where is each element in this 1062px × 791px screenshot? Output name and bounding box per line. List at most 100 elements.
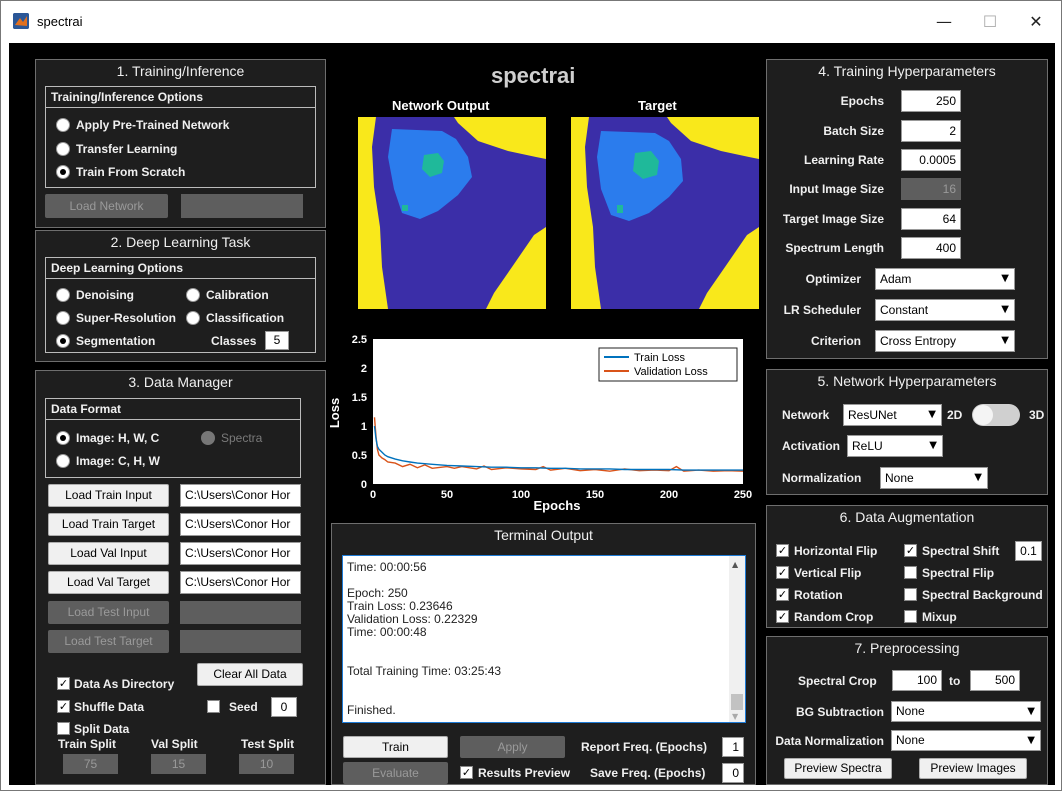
- lr-scheduler-dropdown[interactable]: Constant ▼: [875, 299, 1015, 321]
- format-chw-radio[interactable]: [56, 454, 70, 468]
- learning-rate-input[interactable]: 0.0005: [901, 149, 961, 171]
- load-train-target-button[interactable]: Load Train Target: [48, 513, 169, 536]
- save-freq-input[interactable]: 0: [722, 763, 744, 783]
- classification-radio[interactable]: [186, 311, 200, 325]
- network-dropdown[interactable]: ResUNet ▼: [843, 404, 942, 426]
- seed-input[interactable]: 0: [271, 697, 297, 717]
- data-normalization-label: Data Normalization: [775, 734, 884, 748]
- rotation-checkbox[interactable]: ✓: [776, 588, 789, 601]
- load-train-input-button[interactable]: Load Train Input: [48, 484, 169, 507]
- data-normalization-dropdown[interactable]: None ▼: [891, 730, 1041, 751]
- epochs-input[interactable]: 250: [901, 90, 961, 112]
- super-resolution-label: Super-Resolution: [76, 311, 177, 325]
- preview-images-button[interactable]: Preview Images: [919, 758, 1027, 779]
- batch-size-input[interactable]: 2: [901, 120, 961, 142]
- load-test-target-button[interactable]: Load Test Target: [48, 630, 169, 653]
- train-input-path-field[interactable]: C:\Users\Conor Hor: [180, 484, 301, 507]
- train-target-path-field[interactable]: C:\Users\Conor Hor: [180, 513, 301, 536]
- format-hwc-label: Image: H, W, C: [76, 431, 160, 445]
- vertical-flip-label: Vertical Flip: [794, 566, 862, 580]
- x-tick-label: 100: [512, 489, 530, 501]
- test-split-input[interactable]: 10: [239, 754, 294, 774]
- test-target-path-field[interactable]: [180, 630, 301, 653]
- app-client-area: 1. Training/Inference Training/Inference…: [9, 43, 1055, 785]
- test-input-path-field[interactable]: [180, 601, 301, 624]
- denoising-radio[interactable]: [56, 288, 70, 302]
- vertical-flip-checkbox[interactable]: ✓: [776, 566, 789, 579]
- crop-end-input[interactable]: 500: [970, 670, 1020, 691]
- super-resolution-radio[interactable]: [56, 311, 70, 325]
- x-tick-label: 200: [660, 489, 678, 501]
- network-path-field[interactable]: [181, 194, 303, 218]
- format-spectra-radio[interactable]: [201, 431, 215, 445]
- bg-subtraction-dropdown[interactable]: None ▼: [891, 701, 1041, 722]
- load-test-input-button[interactable]: Load Test Input: [48, 601, 169, 624]
- scroll-thumb[interactable]: [731, 694, 743, 710]
- rotation-label: Rotation: [794, 588, 843, 602]
- target-image-size-input[interactable]: 64: [901, 208, 961, 230]
- network-value: ResUNet: [848, 408, 897, 422]
- app-window: spectrai — ☐ ✕ 1. Training/Inference Tra…: [0, 0, 1062, 791]
- target-title: Target: [638, 98, 677, 113]
- classes-input[interactable]: 5: [265, 331, 289, 350]
- apply-pretrained-label: Apply Pre-Trained Network: [76, 118, 230, 132]
- input-image-size-input[interactable]: 16: [901, 178, 961, 200]
- minimize-button[interactable]: —: [922, 9, 966, 35]
- x-axis-label: Epochs: [534, 498, 581, 513]
- group-title: Data Format: [51, 402, 122, 416]
- terminal-output[interactable]: Time: 00:00:56 Epoch: 250 Train Loss: 0.…: [342, 555, 746, 723]
- format-hwc-radio[interactable]: [56, 431, 70, 445]
- preview-spectra-button[interactable]: Preview Spectra: [784, 758, 892, 779]
- segmentation-radio[interactable]: [56, 334, 70, 348]
- spectrum-length-input[interactable]: 400: [901, 237, 961, 259]
- criterion-dropdown[interactable]: Cross Entropy ▼: [875, 330, 1015, 352]
- calibration-radio[interactable]: [186, 288, 200, 302]
- clear-all-data-button[interactable]: Clear All Data: [197, 663, 303, 686]
- x-tick-label: 50: [441, 489, 453, 501]
- title-bar[interactable]: spectrai — ☐ ✕: [1, 1, 1061, 43]
- optimizer-dropdown[interactable]: Adam ▼: [875, 268, 1015, 290]
- seed-label: Seed: [229, 700, 258, 714]
- apply-button[interactable]: Apply: [460, 736, 565, 758]
- learning-rate-label: Learning Rate: [803, 153, 884, 167]
- random-crop-checkbox[interactable]: ✓: [776, 610, 789, 623]
- classification-label: Classification: [206, 311, 285, 325]
- shuffle-data-checkbox[interactable]: ✓: [57, 700, 70, 713]
- val-target-path-field[interactable]: C:\Users\Conor Hor: [180, 571, 301, 594]
- load-val-target-button[interactable]: Load Val Target: [48, 571, 169, 594]
- spectral-shift-checkbox[interactable]: ✓: [904, 544, 917, 557]
- load-val-input-button[interactable]: Load Val Input: [48, 542, 169, 565]
- transfer-learning-radio[interactable]: [56, 142, 70, 156]
- split-data-checkbox[interactable]: [57, 722, 70, 735]
- maximize-button[interactable]: ☐: [968, 9, 1012, 35]
- dimension-toggle[interactable]: [972, 404, 1020, 426]
- scroll-down-icon[interactable]: ▼: [732, 712, 738, 721]
- seed-checkbox[interactable]: [207, 700, 220, 713]
- train-from-scratch-radio[interactable]: [56, 165, 70, 179]
- mixup-checkbox[interactable]: [904, 610, 917, 623]
- close-button[interactable]: ✕: [1014, 9, 1058, 35]
- spectral-background-checkbox[interactable]: [904, 588, 917, 601]
- split-data-label: Split Data: [74, 722, 130, 736]
- train-split-input[interactable]: 75: [63, 754, 118, 774]
- spectral-flip-checkbox[interactable]: [904, 566, 917, 579]
- crop-start-input[interactable]: 100: [892, 670, 942, 691]
- horizontal-flip-checkbox[interactable]: ✓: [776, 544, 789, 557]
- activation-dropdown[interactable]: ReLU ▼: [847, 435, 943, 457]
- normalization-value: None: [885, 471, 914, 485]
- val-split-input[interactable]: 15: [151, 754, 206, 774]
- load-network-button[interactable]: Load Network: [45, 194, 168, 218]
- scroll-up-icon[interactable]: ▲: [732, 560, 738, 569]
- results-preview-checkbox[interactable]: ✓: [460, 766, 473, 779]
- evaluate-button[interactable]: Evaluate: [343, 762, 448, 784]
- report-freq-input[interactable]: 1: [722, 737, 744, 757]
- legend-train-label: Train Loss: [634, 352, 685, 364]
- spectral-shift-input[interactable]: 0.1: [1015, 541, 1042, 561]
- val-input-path-field[interactable]: C:\Users\Conor Hor: [180, 542, 301, 565]
- data-as-directory-checkbox[interactable]: ✓: [57, 677, 70, 690]
- normalization-dropdown[interactable]: None ▼: [880, 467, 988, 489]
- apply-pretrained-radio[interactable]: [56, 118, 70, 132]
- terminal-scrollbar[interactable]: ▲ ▼: [729, 556, 745, 722]
- epochs-label: Epochs: [840, 94, 884, 108]
- train-button[interactable]: Train: [343, 736, 448, 758]
